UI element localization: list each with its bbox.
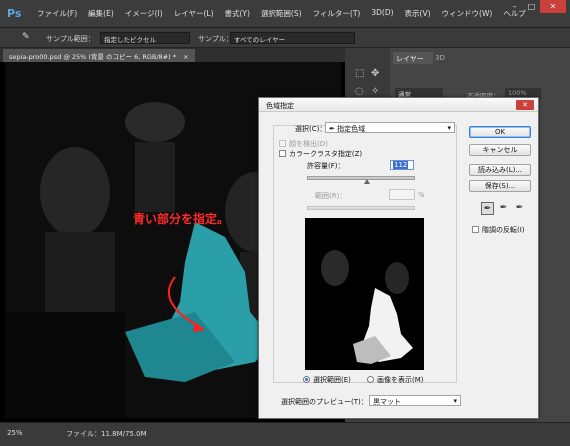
- dialog-close-button[interactable]: ✕: [516, 100, 534, 110]
- select-value: 指定色域: [337, 125, 366, 133]
- invert-label: 階調の反転(I): [482, 226, 525, 234]
- menu-3d[interactable]: 3D(D): [371, 8, 393, 19]
- range-slider[interactable]: [307, 206, 415, 210]
- document-tab[interactable]: sepia-pro00.psd @ 25% (背景 のコピー 6, RGB/8#…: [3, 49, 195, 62]
- selection-preview[interactable]: [305, 218, 424, 370]
- save-button[interactable]: 保存(S)...: [469, 180, 531, 192]
- eyedropper-minus-icon[interactable]: ✒: [513, 202, 526, 215]
- chevron-down-icon: ▾: [453, 397, 457, 405]
- file-info[interactable]: ファイル：11.8M/75.0M: [66, 429, 147, 439]
- radio-selection-label: 選択範囲(E): [313, 376, 351, 384]
- chevron-down-icon: ▾: [447, 124, 451, 132]
- preview-mode-value: 黒マット: [373, 398, 401, 406]
- menu-items: ファイル(F) 編集(E) イメージ(I) レイヤー(L) 書式(Y) 選択範囲…: [37, 8, 537, 19]
- load-button[interactable]: 読み込み(L)...: [469, 164, 531, 176]
- options-bar: ✎ サンプル範囲： 指定したピクセル サンプル： すべてのレイヤー: [0, 28, 570, 48]
- tab-layers[interactable]: レイヤー: [393, 52, 433, 64]
- invert-checkbox[interactable]: [472, 226, 479, 233]
- dialog-titlebar[interactable]: 色域指定 ✕: [259, 98, 538, 112]
- maximize-button[interactable]: □: [523, 0, 540, 13]
- fuzziness-input[interactable]: 112: [390, 160, 414, 170]
- range-label: 範囲(R)：: [315, 192, 347, 200]
- minimize-button[interactable]: –: [506, 0, 523, 13]
- sample-size-label: サンプル範囲：: [46, 35, 95, 43]
- menu-view[interactable]: 表示(V): [405, 8, 431, 19]
- preview-mode-label: 選択範囲のプレビュー(T)：: [281, 398, 368, 406]
- ok-button[interactable]: OK: [469, 126, 531, 138]
- menu-window[interactable]: ウィンドウ(W): [442, 8, 493, 19]
- document-title: sepia-pro00.psd @ 25% (背景 のコピー 6, RGB/8#…: [9, 53, 176, 61]
- fuzziness-label: 許容量(F)：: [307, 162, 345, 170]
- marquee-icon[interactable]: ⬚: [355, 68, 364, 79]
- radio-image-label: 画像を表示(M): [377, 376, 424, 384]
- sample-size-select[interactable]: 指定したピクセル: [100, 32, 190, 44]
- menu-image[interactable]: イメージ(I): [125, 8, 163, 19]
- range-input[interactable]: [389, 189, 415, 200]
- move-icon[interactable]: ✥: [371, 68, 379, 79]
- sample-label: サンプル：: [198, 35, 233, 43]
- detect-faces-checkbox[interactable]: [279, 140, 286, 147]
- cancel-button[interactable]: キャンセル: [469, 144, 531, 156]
- preview-mode-select[interactable]: 黒マット ▾: [369, 395, 461, 406]
- close-window-button[interactable]: ✕: [540, 0, 566, 13]
- menu-layer[interactable]: レイヤー(L): [174, 8, 214, 19]
- select-label: 選択(C)：: [295, 125, 327, 133]
- dialog-title: 色域指定: [266, 102, 294, 110]
- magic-wand-icon[interactable]: ✧: [371, 86, 379, 97]
- eyedropper-icon[interactable]: ✎: [22, 32, 30, 42]
- menu-select[interactable]: 選択範囲(S): [261, 8, 302, 19]
- eyedropper-icon[interactable]: ✒: [481, 202, 494, 215]
- menu-file[interactable]: ファイル(F): [37, 8, 77, 19]
- radio-image[interactable]: [367, 376, 374, 383]
- menu-bar: Ps ファイル(F) 編集(E) イメージ(I) レイヤー(L) 書式(Y) 選…: [0, 0, 570, 28]
- radio-selection[interactable]: [303, 376, 310, 383]
- preview-mask: [305, 218, 424, 370]
- sample-select[interactable]: すべてのレイヤー: [230, 32, 355, 44]
- status-bar: 25% ファイル：11.8M/75.0M: [0, 422, 570, 446]
- localized-clusters-checkbox[interactable]: [279, 150, 286, 157]
- color-range-dialog: 色域指定 ✕ 選択(C)： ✒ 指定色域 ▾ 顔を検出(D) カラークラスタ指定…: [258, 97, 539, 419]
- fuzziness-value: 112: [393, 161, 409, 169]
- fuzziness-slider-thumb[interactable]: [364, 179, 371, 184]
- window-controls: – □ ✕: [506, 0, 566, 13]
- select-dropdown[interactable]: ✒ 指定色域 ▾: [325, 122, 455, 133]
- zoom-level[interactable]: 25%: [7, 429, 23, 437]
- detect-faces-label: 顔を検出(D): [289, 140, 328, 148]
- menu-filter[interactable]: フィルター(T): [313, 8, 361, 19]
- menu-edit[interactable]: 編集(E): [88, 8, 114, 19]
- eyedropper-plus-icon[interactable]: ✒: [497, 202, 510, 215]
- menu-type[interactable]: 書式(Y): [225, 8, 250, 19]
- document-tab-bar: sepia-pro00.psd @ 25% (背景 のコピー 6, RGB/8#…: [0, 48, 345, 62]
- localized-clusters-label: カラークラスタ指定(Z): [289, 150, 363, 158]
- range-unit: %: [418, 191, 425, 199]
- fuzziness-slider[interactable]: [307, 176, 415, 180]
- eyedropper-icon: ✒: [329, 125, 338, 133]
- tab-3d[interactable]: 3D: [435, 54, 445, 62]
- lasso-icon[interactable]: ◌: [355, 86, 364, 97]
- close-tab-icon[interactable]: ×: [183, 53, 188, 61]
- annotation-text: 青い部分を指定。: [133, 212, 230, 226]
- photoshop-logo: Ps: [7, 7, 22, 20]
